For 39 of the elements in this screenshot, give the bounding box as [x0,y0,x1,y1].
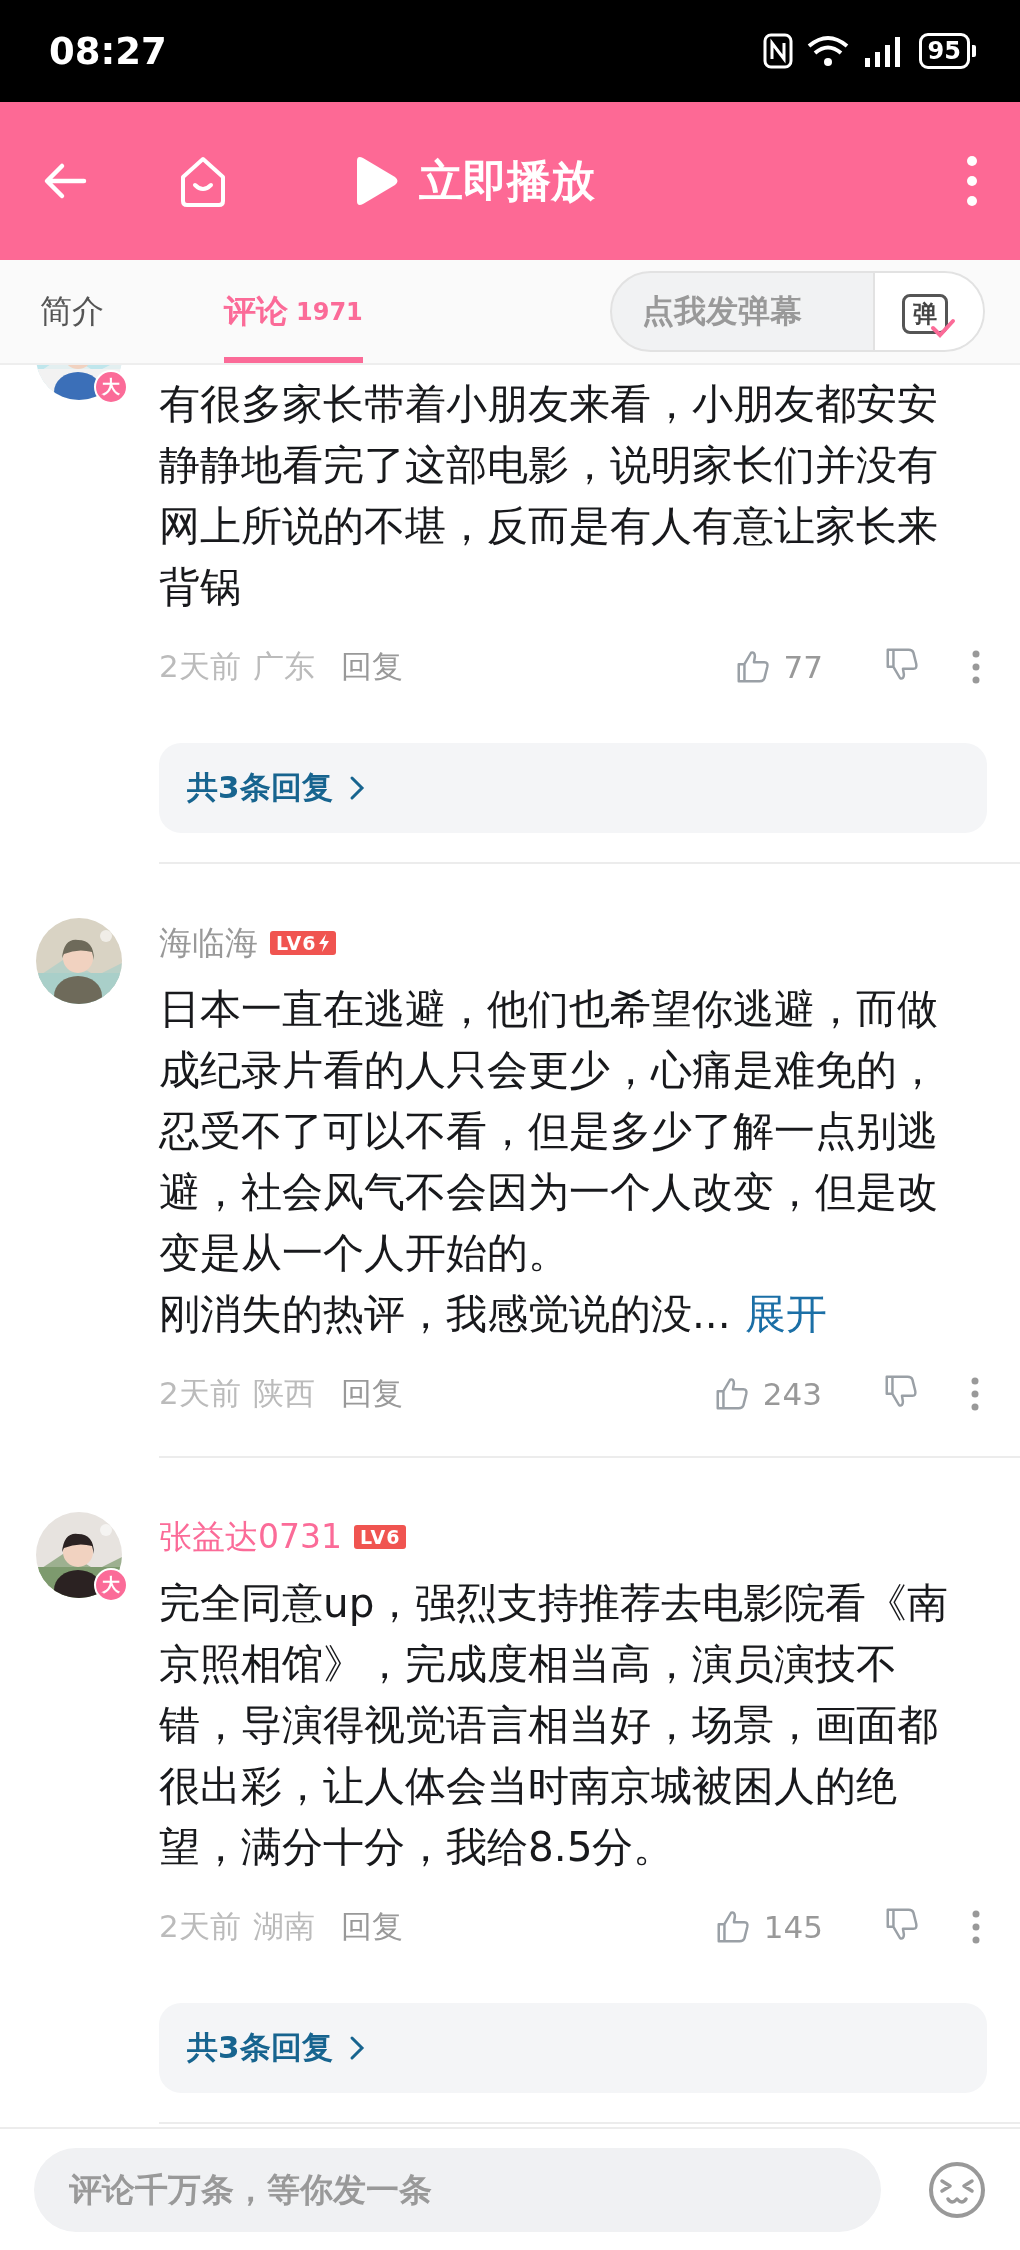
comment-text: 有很多家长带着小朋友来看，小朋友都安安静静地看完了这部电影，说明家长们并没有网上所说的不堪，反而是有人有意让家长来背锅 [159,379,939,613]
reply-button[interactable]: 回复 [340,1906,403,1948]
comment-text: 刚消失的热评，我感觉说的没... [159,1290,731,1338]
more-icon[interactable] [971,1909,981,1945]
expand-link[interactable]: 展开 [744,1290,827,1338]
level-badge: LV6 [270,931,337,955]
view-replies-button[interactable]: 共3条回复 [159,2003,987,2093]
tab[interactable]: 评论 1971 [224,260,363,363]
reply-button[interactable]: 回复 [340,1373,403,1415]
like-count: 243 [762,1376,822,1412]
avatar-badge: 大 [94,370,128,404]
comment-text: 完全同意up，强烈支持推荐去电影院看《南京照相馆》，完成度相当高，演员演技不错，导演得视觉语言相当好，场景，画面都很出彩，让人体会当时南京城被困人的绝望，满分十分，我给8.5分。 [159,1578,950,1873]
wifi-icon [806,34,849,68]
username[interactable]: 海临海 [159,920,258,966]
play-now-button[interactable]: 立即播放 [351,151,595,211]
level-badge: LV6 [354,1525,407,1549]
more-icon[interactable] [970,1376,980,1412]
like-count: 77 [783,649,823,685]
battery-indicator: 95 [918,33,976,69]
emoji-icon[interactable] [928,2160,986,2219]
comment-location: 广东 [252,647,315,686]
comment-location: 湖南 [252,1907,315,1946]
tab[interactable]: 简介 [40,260,104,363]
reply-button[interactable]: 回复 [340,646,403,688]
view-replies-button[interactable]: 共3条回复 [159,743,987,833]
comment-time: 2天前 [159,647,241,686]
send-danmaku-button[interactable]: 点我发弹幕 弹 [610,271,985,352]
comment-time: 2天前 [159,1374,241,1413]
comment-text: 日本一直在逃避，他们也希望你逃避，而做成纪录片看的人只会更少，心痛是难免的，忍受不了可以不看，但是多少了解一点别逃避，社会风气不会因为一个人改变，但是改变是从一个人开始的。 [159,984,939,1279]
comment-time: 2天前 [159,1907,241,1946]
nfc-icon [762,33,793,69]
more-icon[interactable] [971,649,981,685]
comment-input[interactable]: 评论千万条，等你发一条 [34,2147,881,2232]
status-time: 08:27 [49,29,167,73]
more-icon[interactable] [964,155,980,207]
username[interactable]: 张益达0731 [159,1514,342,1560]
comment-location: 陕西 [252,1374,315,1413]
like-count: 145 [763,1909,823,1945]
avatar-badge: 大 [94,1568,128,1602]
